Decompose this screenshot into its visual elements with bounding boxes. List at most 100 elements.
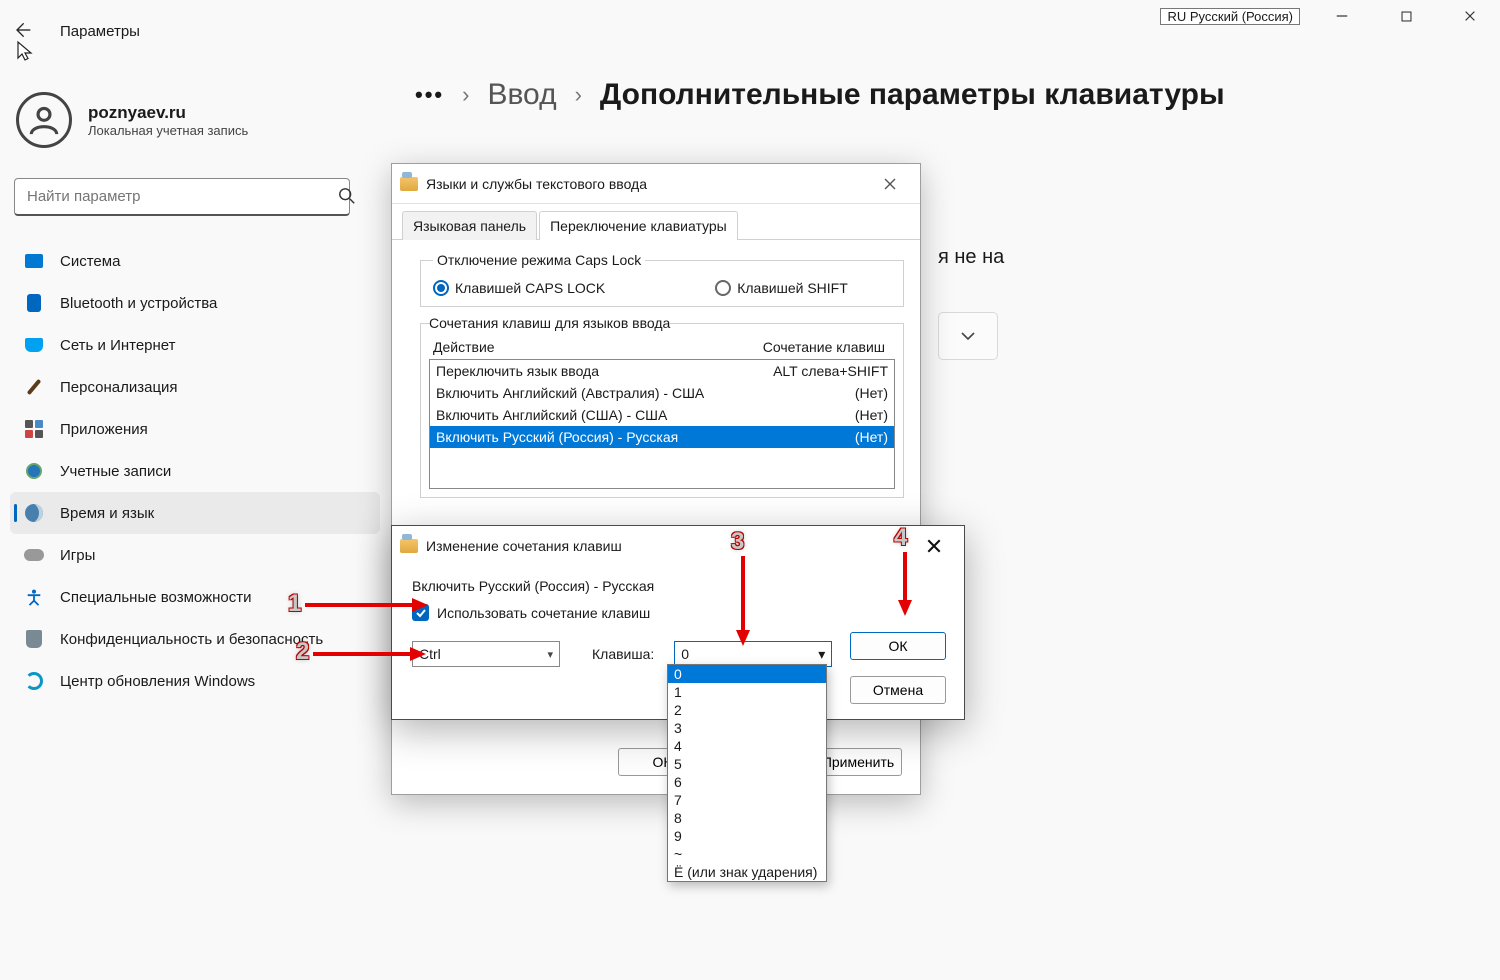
os-close-button[interactable] <box>1448 2 1492 30</box>
minimize-button[interactable] <box>1320 2 1364 30</box>
user-name: poznyaev.ru <box>88 103 248 123</box>
dropdown-option[interactable]: 4 <box>668 737 826 755</box>
modifier-combobox[interactable]: Ctrl ▾ <box>412 641 560 667</box>
sidebar-item-system[interactable]: Система <box>10 240 380 282</box>
dialog2-subtitle: Включить Русский (Россия) - Русская <box>412 578 944 594</box>
display-icon <box>24 251 44 271</box>
sidebar-item-windows-update[interactable]: Центр обновления Windows <box>10 660 380 702</box>
keyboard-glyph-icon <box>400 539 418 553</box>
close-button[interactable] <box>868 168 912 200</box>
search-input[interactable] <box>14 178 350 216</box>
sidebar-item-label: Сеть и Интернет <box>60 337 176 354</box>
close-button[interactable] <box>912 530 956 562</box>
chevron-right-icon: › <box>575 82 582 108</box>
sidebar-item-label: Специальные возможности <box>60 589 252 606</box>
user-account-block[interactable]: poznyaev.ru Локальная учетная запись <box>10 88 380 168</box>
cursor-icon <box>16 40 34 65</box>
brush-icon <box>24 377 44 397</box>
sidebar-item-time-language[interactable]: Время и язык <box>10 492 380 534</box>
sidebar-item-label: Учетные записи <box>60 463 171 480</box>
sidebar-item-bluetooth[interactable]: Bluetooth и устройства <box>10 282 380 324</box>
radio-shift-key[interactable]: Клавишей SHIFT <box>715 280 848 296</box>
sidebar-item-label: Персонализация <box>60 379 178 396</box>
avatar <box>16 92 72 148</box>
key-value: 0 <box>681 646 689 662</box>
hotkeys-group: Сочетания клавиш для языков ввода Действ… <box>420 315 904 498</box>
sidebar-item-label: Система <box>60 253 120 270</box>
annotation-number-1: 1 <box>288 590 301 618</box>
annotation-arrow-icon <box>733 552 753 648</box>
column-hotkey: Сочетание клавиш <box>721 339 891 355</box>
dropdown-option[interactable]: 3 <box>668 719 826 737</box>
dialog2-cancel-button[interactable]: Отмена <box>850 676 946 704</box>
chevron-down-icon: ▾ <box>818 646 825 663</box>
radio-icon <box>433 280 449 296</box>
sidebar-item-apps[interactable]: Приложения <box>10 408 380 450</box>
sidebar-item-personalization[interactable]: Персонализация <box>10 366 380 408</box>
radio-label: Клавишей CAPS LOCK <box>455 280 605 296</box>
sidebar-item-accounts[interactable]: Учетные записи <box>10 450 380 492</box>
dropdown-option[interactable]: ~ <box>668 845 826 863</box>
chevron-down-icon: ▾ <box>547 648 553 661</box>
radio-capslock-key[interactable]: Клавишей CAPS LOCK <box>433 280 605 296</box>
clock-globe-icon <box>24 503 44 523</box>
user-subtitle: Локальная учетная запись <box>88 123 248 138</box>
chevron-right-icon: › <box>462 82 469 108</box>
annotation-arrow-icon <box>308 644 428 664</box>
dropdown-option[interactable]: 9 <box>668 827 826 845</box>
wifi-icon <box>24 335 44 355</box>
dropdown-option[interactable]: 7 <box>668 791 826 809</box>
annotation-number-3: 3 <box>731 528 744 556</box>
search-icon <box>338 187 356 205</box>
tab-language-bar[interactable]: Языковая панель <box>402 211 537 240</box>
hotkey-row[interactable]: Переключить язык вводаALT слева+SHIFT <box>430 360 894 382</box>
annotation-number-4: 4 <box>894 524 907 552</box>
dialog1-apply-button[interactable]: Применить <box>814 748 902 776</box>
hotkey-row-selected[interactable]: Включить Русский (Россия) - Русская(Нет) <box>430 426 894 448</box>
sidebar-item-label: Конфиденциальность и безопасность <box>60 631 330 648</box>
app-title: Параметры <box>60 23 140 40</box>
maximize-button[interactable] <box>1384 2 1428 30</box>
dropdown-option[interactable]: 2 <box>668 701 826 719</box>
capslock-group: Отключение режима Caps Lock Клавишей CAP… <box>420 252 904 307</box>
dropdown-option[interactable]: 1 <box>668 683 826 701</box>
sidebar-item-gaming[interactable]: Игры <box>10 534 380 576</box>
dialog-title: Языки и службы текстового ввода <box>426 176 647 192</box>
breadcrumb: ••• › Ввод › Дополнительные параметры кл… <box>415 78 1500 112</box>
sidebar-item-label: Центр обновления Windows <box>60 673 255 690</box>
dropdown-option[interactable]: 8 <box>668 809 826 827</box>
breadcrumb-link-typing[interactable]: Ввод <box>487 78 556 112</box>
sidebar-item-label: Время и язык <box>60 505 154 522</box>
account-icon <box>24 461 44 481</box>
tab-keyboard-switch[interactable]: Переключение клавиатуры <box>539 211 738 240</box>
hotkey-row[interactable]: Включить Английский (США) - США(Нет) <box>430 404 894 426</box>
radio-label: Клавишей SHIFT <box>737 280 848 296</box>
annotation-arrow-icon <box>895 548 915 618</box>
update-icon <box>24 671 44 691</box>
language-indicator[interactable]: RU Русский (Россия) <box>1160 8 1300 25</box>
expander-button[interactable] <box>938 312 998 360</box>
sidebar-item-label: Bluetooth и устройства <box>60 295 217 312</box>
dropdown-option[interactable]: 5 <box>668 755 826 773</box>
gamepad-icon <box>24 545 44 565</box>
keyboard-glyph-icon <box>400 177 418 191</box>
column-action: Действие <box>433 339 721 355</box>
page-title: Дополнительные параметры клавиатуры <box>600 78 1225 112</box>
use-hotkey-checkbox[interactable]: Использовать сочетание клавиш <box>412 604 944 621</box>
apps-icon <box>24 419 44 439</box>
hotkeys-list[interactable]: Переключить язык вводаALT слева+SHIFT Вк… <box>429 359 895 489</box>
dialog-title: Изменение сочетания клавиш <box>426 538 622 554</box>
hotkeys-legend: Сочетания клавиш для языков ввода <box>429 315 670 331</box>
sidebar-item-network[interactable]: Сеть и Интернет <box>10 324 380 366</box>
sidebar-item-label: Игры <box>60 547 95 564</box>
dropdown-option[interactable]: Ё (или знак ударения) <box>668 863 826 881</box>
page-text-fragment: я не на <box>938 246 1004 269</box>
key-dropdown-list[interactable]: 0 1 2 3 4 5 6 7 8 9 ~ Ё (или знак ударен… <box>667 664 827 882</box>
breadcrumb-more[interactable]: ••• <box>415 82 444 108</box>
checkbox-label: Использовать сочетание клавиш <box>437 605 650 621</box>
dialog2-ok-button[interactable]: ОК <box>850 632 946 660</box>
dropdown-option[interactable]: 6 <box>668 773 826 791</box>
dropdown-option[interactable]: 0 <box>668 665 826 683</box>
hotkey-row[interactable]: Включить Английский (Австралия) - США(Не… <box>430 382 894 404</box>
annotation-arrow-icon <box>300 595 430 615</box>
